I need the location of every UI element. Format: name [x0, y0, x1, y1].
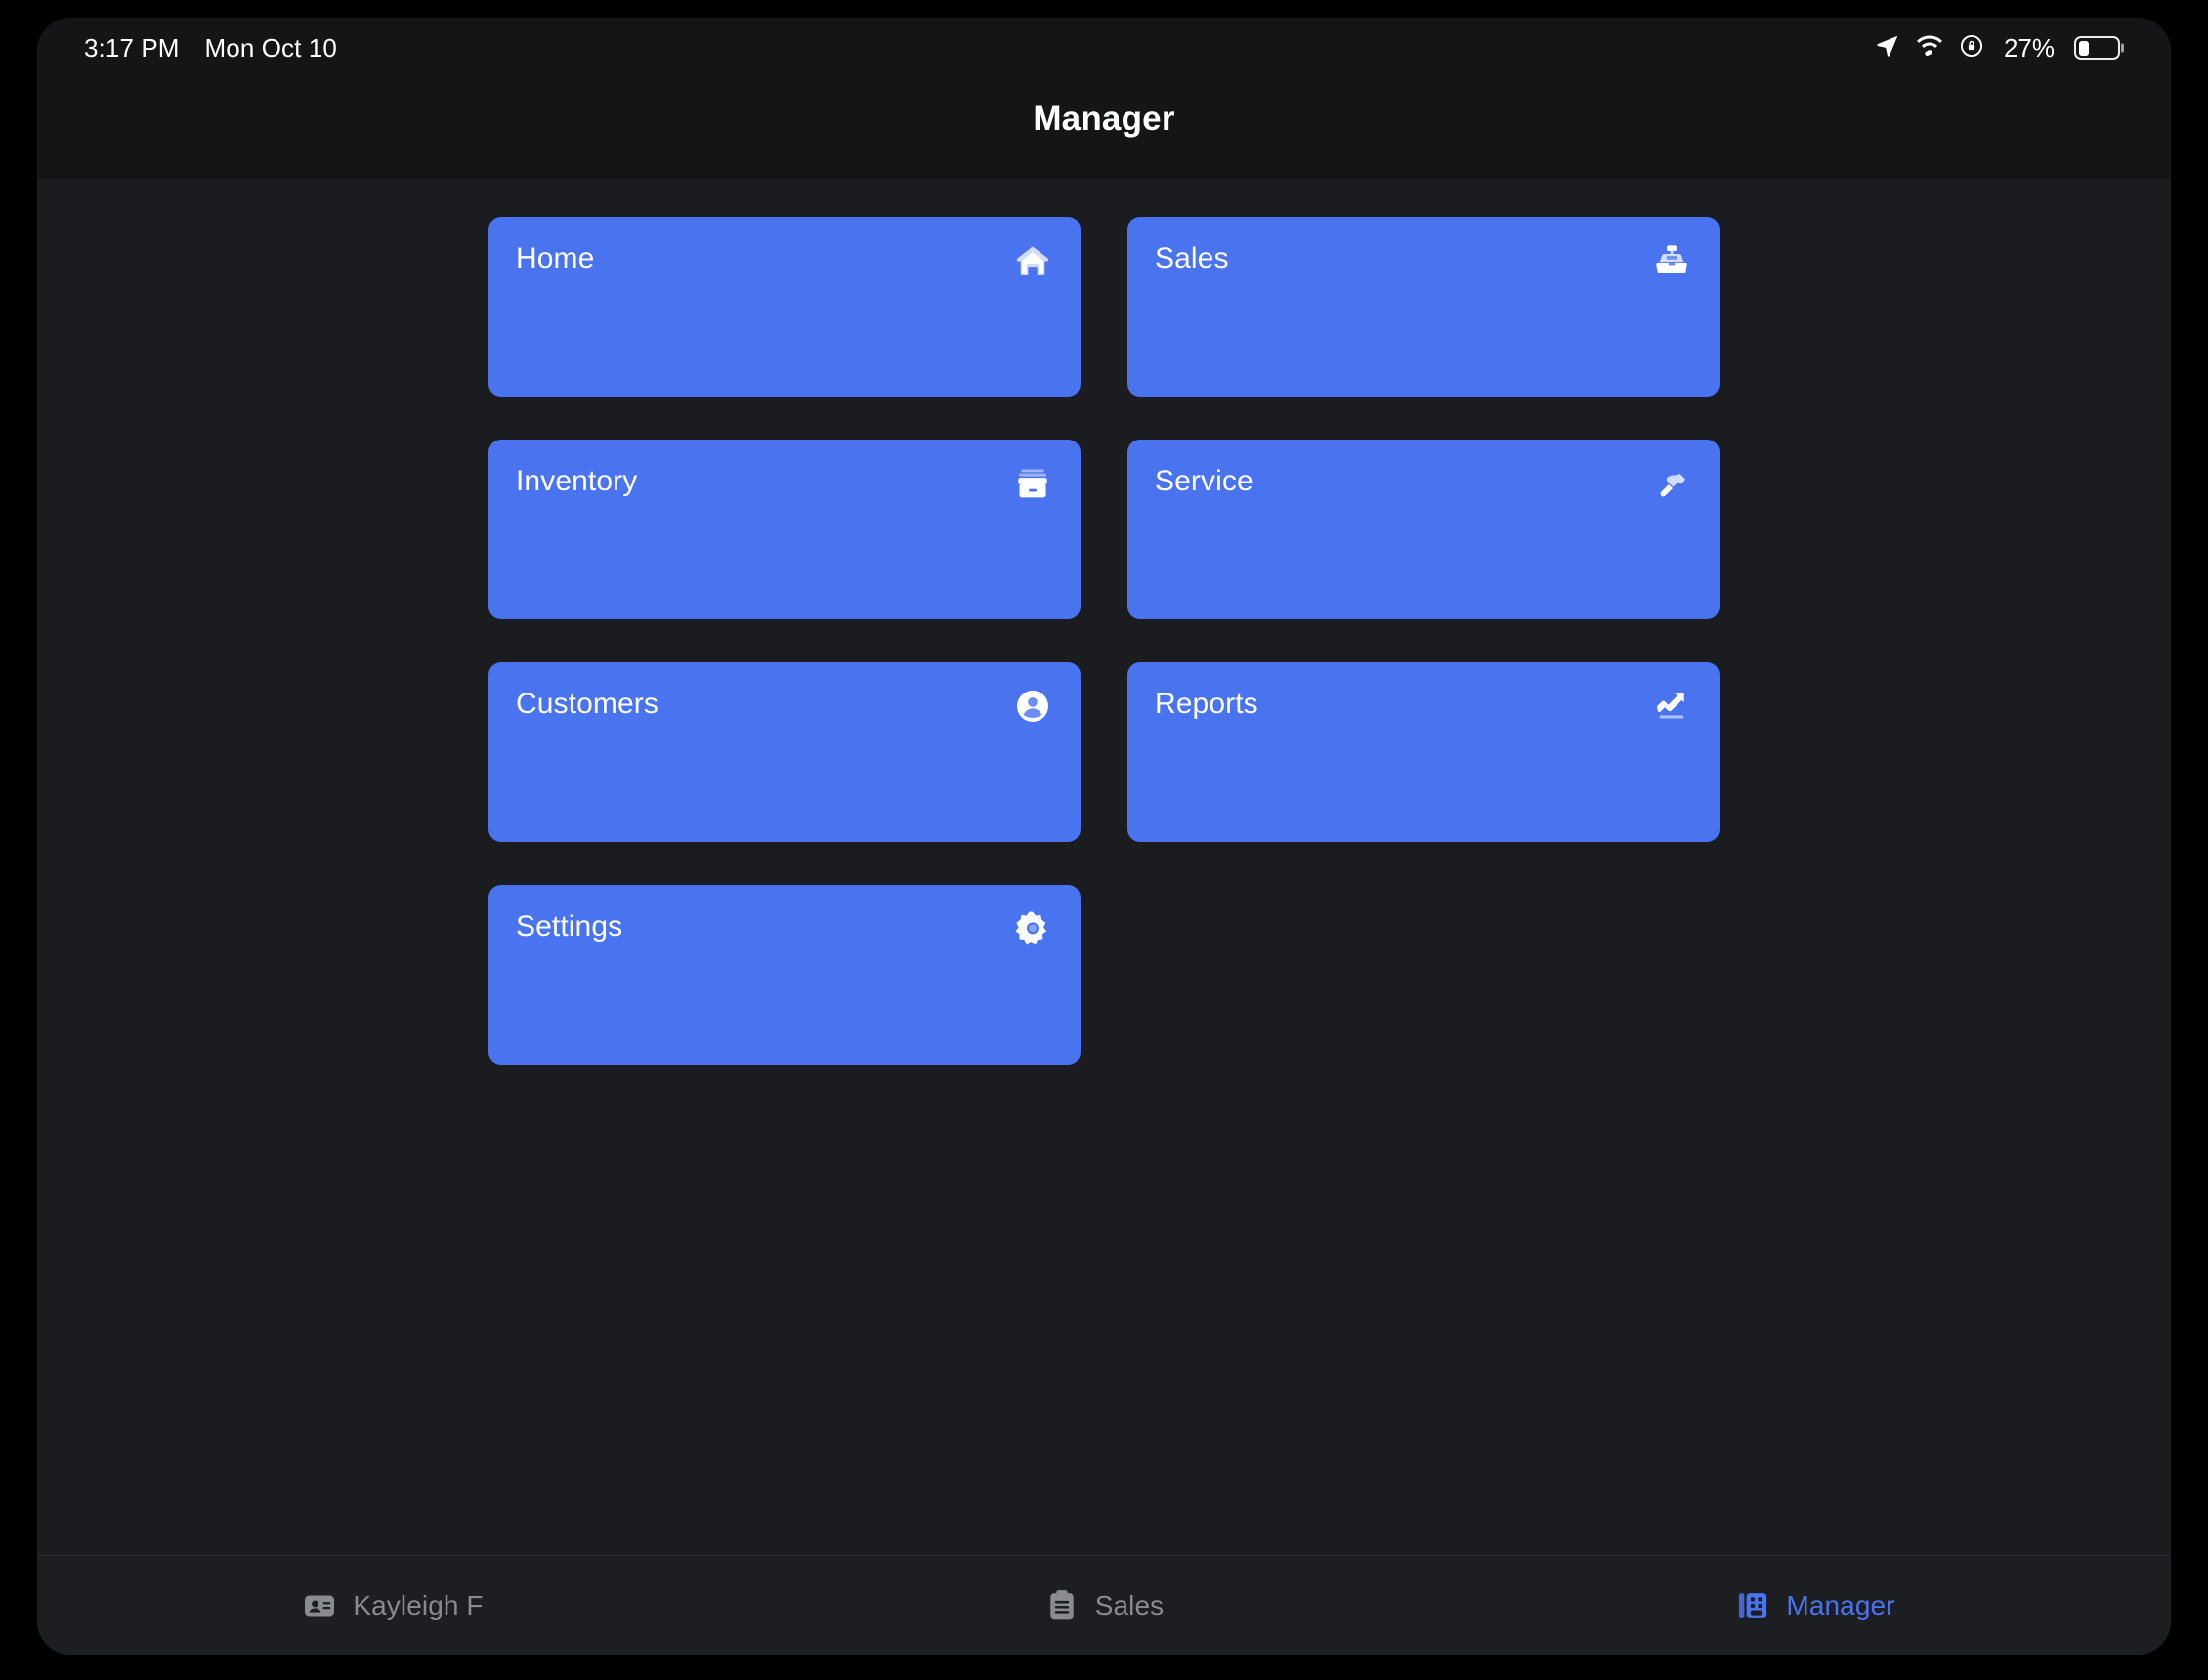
menu-card-label: Home — [516, 242, 595, 274]
tab-label: Sales — [1094, 1589, 1165, 1620]
tab-manager[interactable]: Manager — [1460, 1556, 2171, 1655]
menu-card-settings[interactable]: Settings — [488, 885, 1081, 1065]
status-bar: 3:17 PM Mon Oct 10 27% — [37, 18, 2171, 78]
menu-card-inventory[interactable]: Inventory — [488, 440, 1081, 619]
rotation-lock-icon — [1959, 33, 1984, 63]
location-arrow-icon — [1875, 33, 1900, 63]
status-bar-right: 27% — [1875, 33, 2120, 63]
person-id-card-icon — [302, 1588, 337, 1623]
person-circle-icon — [1012, 686, 1053, 727]
menu-card-home[interactable]: Home — [488, 217, 1081, 397]
menu-card-sales[interactable]: Sales — [1127, 217, 1720, 397]
house-icon — [1012, 240, 1053, 281]
menu-card-label: Reports — [1155, 688, 1258, 720]
building-icon — [1735, 1588, 1770, 1623]
page-title: Manager — [1033, 100, 1175, 138]
menu-card-reports[interactable]: Reports — [1127, 662, 1720, 842]
battery-icon — [2074, 36, 2120, 60]
tab-label: Kayleigh F — [353, 1589, 484, 1620]
tab-kayleigh-f[interactable]: Kayleigh F — [37, 1556, 748, 1655]
gear-icon — [1012, 908, 1053, 949]
menu-card-label: Customers — [516, 688, 658, 720]
chart-uptrend-icon — [1651, 686, 1692, 727]
hammer-icon — [1651, 463, 1692, 504]
bottom-tab-bar: Kayleigh F Sales Manager — [37, 1555, 2171, 1655]
status-bar-left: 3:17 PM Mon Oct 10 — [84, 33, 337, 63]
clipboard-icon — [1044, 1588, 1080, 1623]
status-date: Mon Oct 10 — [204, 32, 337, 63]
menu-card-label: Inventory — [516, 465, 638, 497]
menu-card-service[interactable]: Service — [1127, 440, 1720, 619]
tab-label: Manager — [1786, 1589, 1895, 1620]
wifi-icon — [1916, 34, 1943, 62]
status-time: 3:17 PM — [84, 32, 180, 63]
menu-card-label: Sales — [1155, 242, 1229, 274]
cash-register-icon — [1651, 240, 1692, 281]
menu-card-label: Settings — [516, 910, 623, 943]
archivebox-icon — [1012, 463, 1053, 504]
menu-card-grid: Home Sales Inventory Service Customers Report… — [488, 217, 1720, 1065]
battery-percentage: 27% — [2003, 32, 2055, 63]
device-screen: 3:17 PM Mon Oct 10 27% Manager Home Sale… — [37, 18, 2171, 1655]
app-header: Manager — [37, 78, 2171, 178]
tab-sales[interactable]: Sales — [748, 1556, 1460, 1655]
main-content: Home Sales Inventory Service Customers Report… — [37, 178, 2171, 1555]
menu-card-customers[interactable]: Customers — [488, 662, 1081, 842]
menu-card-label: Service — [1155, 465, 1253, 497]
